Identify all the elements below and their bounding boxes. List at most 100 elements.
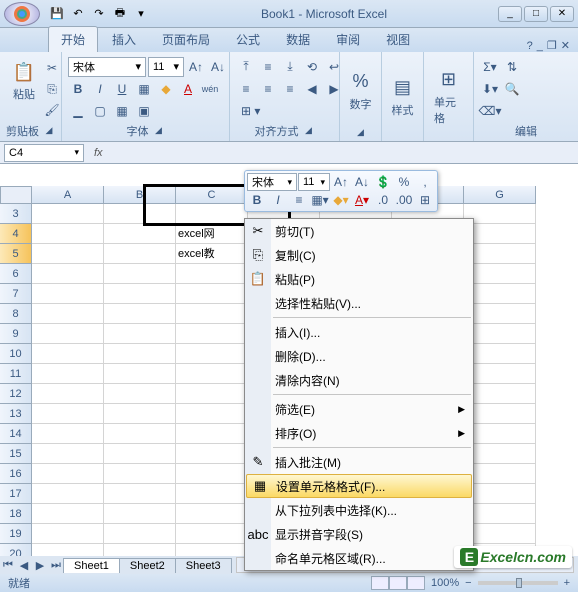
mini-comma-button[interactable]: , [415,173,435,191]
row-header[interactable]: 7 [0,284,32,304]
mini-grow-font-button[interactable]: A↑ [331,173,351,191]
menu-item[interactable]: 插入(I)... [245,320,473,344]
cell[interactable] [464,464,536,484]
cell[interactable] [104,324,176,344]
cell[interactable] [32,264,104,284]
font-size-combo[interactable]: 11▾ [148,57,184,77]
cell[interactable] [104,484,176,504]
clear-button[interactable]: ⌫▾ [480,101,500,121]
sheet-tab[interactable]: Sheet2 [119,558,176,573]
mini-merge-button[interactable]: ⊞ [415,191,435,209]
row-header[interactable]: 6 [0,264,32,284]
menu-item[interactable]: 排序(O)▶ [245,421,473,445]
cell[interactable] [176,304,248,324]
row-header[interactable]: 15 [0,444,32,464]
normal-view-button[interactable] [371,576,389,590]
menu-item[interactable]: 清除内容(N) [245,368,473,392]
cell[interactable] [176,444,248,464]
row-header[interactable]: 3 [0,204,32,224]
first-sheet-button[interactable]: ⏮ [0,559,16,572]
help-icon[interactable]: ? [527,40,533,52]
menu-item[interactable]: 选择性粘贴(V)... [245,291,473,315]
cell[interactable] [32,344,104,364]
cell[interactable] [464,424,536,444]
menu-item[interactable]: 从下拉列表中选择(K)... [245,498,473,522]
undo-icon[interactable]: ↶ [69,5,87,23]
bold-button[interactable]: B [68,79,88,99]
format-painter-button[interactable]: 🖌 [42,100,62,120]
close-button[interactable]: ✕ [550,6,574,22]
cell[interactable] [104,504,176,524]
menu-item[interactable]: ▦设置单元格格式(F)... [246,474,472,498]
cell[interactable] [104,384,176,404]
border-thick-button[interactable]: ▣ [134,101,154,121]
row-header[interactable]: 8 [0,304,32,324]
minimize-button[interactable]: _ [498,6,522,22]
find-select-button[interactable]: 🔍 [502,79,522,99]
doc-minimize-button[interactable]: _ [537,40,543,52]
cell[interactable] [176,204,248,224]
cell[interactable] [464,324,536,344]
sheet-tab[interactable]: Sheet3 [175,558,232,573]
cell[interactable] [104,424,176,444]
cell[interactable] [176,284,248,304]
cell[interactable] [32,464,104,484]
styles-button[interactable]: ▤ 样式 [385,72,421,122]
cell[interactable] [32,404,104,424]
cell[interactable] [176,264,248,284]
cell[interactable] [464,264,536,284]
cell[interactable] [32,484,104,504]
cell[interactable] [176,324,248,344]
row-header[interactable]: 19 [0,524,32,544]
italic-button[interactable]: I [90,79,110,99]
cell[interactable] [32,364,104,384]
font-name-combo[interactable]: 宋体▾ [68,57,146,77]
qat-more-icon[interactable]: ▾ [132,5,150,23]
mini-increase-decimal-button[interactable]: .00 [394,191,414,209]
menu-item[interactable]: ⎘复制(C) [245,243,473,267]
cell[interactable] [32,504,104,524]
orientation-button[interactable]: ⟲ [302,57,322,77]
column-header[interactable]: A [32,186,104,204]
cell[interactable] [32,224,104,244]
copy-button[interactable]: ⎘ [42,79,62,99]
cell[interactable] [464,404,536,424]
cell[interactable] [104,444,176,464]
pagelayout-view-button[interactable] [389,576,407,590]
paste-button[interactable]: 📋 粘贴 [6,56,42,120]
name-box[interactable]: C4▾ [4,144,84,162]
menu-item[interactable]: 删除(D)... [245,344,473,368]
cell[interactable] [464,504,536,524]
cell[interactable] [464,524,536,544]
row-header[interactable]: 5 [0,244,32,264]
mini-italic-button[interactable]: I [268,191,288,209]
row-header[interactable]: 18 [0,504,32,524]
cell[interactable] [176,384,248,404]
align-center-button[interactable]: ≡ [258,79,278,99]
cell[interactable] [104,284,176,304]
row-header[interactable]: 16 [0,464,32,484]
row-header[interactable]: 12 [0,384,32,404]
mini-center-button[interactable]: ≡ [289,191,309,209]
align-top-button[interactable]: ⤒ [236,57,256,77]
cell[interactable] [176,544,248,556]
column-header[interactable]: C [176,186,248,204]
office-button[interactable] [4,2,40,26]
underline-button[interactable]: U [112,79,132,99]
row-header[interactable]: 10 [0,344,32,364]
cell[interactable] [176,484,248,504]
row-header[interactable]: 14 [0,424,32,444]
cell[interactable] [464,364,536,384]
maximize-button[interactable]: □ [524,6,548,22]
cell[interactable] [104,224,176,244]
cell[interactable] [104,464,176,484]
cell[interactable] [104,364,176,384]
cell[interactable] [176,504,248,524]
cell[interactable] [464,244,536,264]
mini-border-button[interactable]: ▦▾ [310,191,330,209]
number-format-button[interactable]: % 数字 [343,66,379,116]
mini-size-combo[interactable]: 11▾ [298,173,330,191]
doc-close-button[interactable]: ✕ [561,39,570,52]
cell[interactable] [176,344,248,364]
tab-home[interactable]: 开始 [48,26,98,52]
